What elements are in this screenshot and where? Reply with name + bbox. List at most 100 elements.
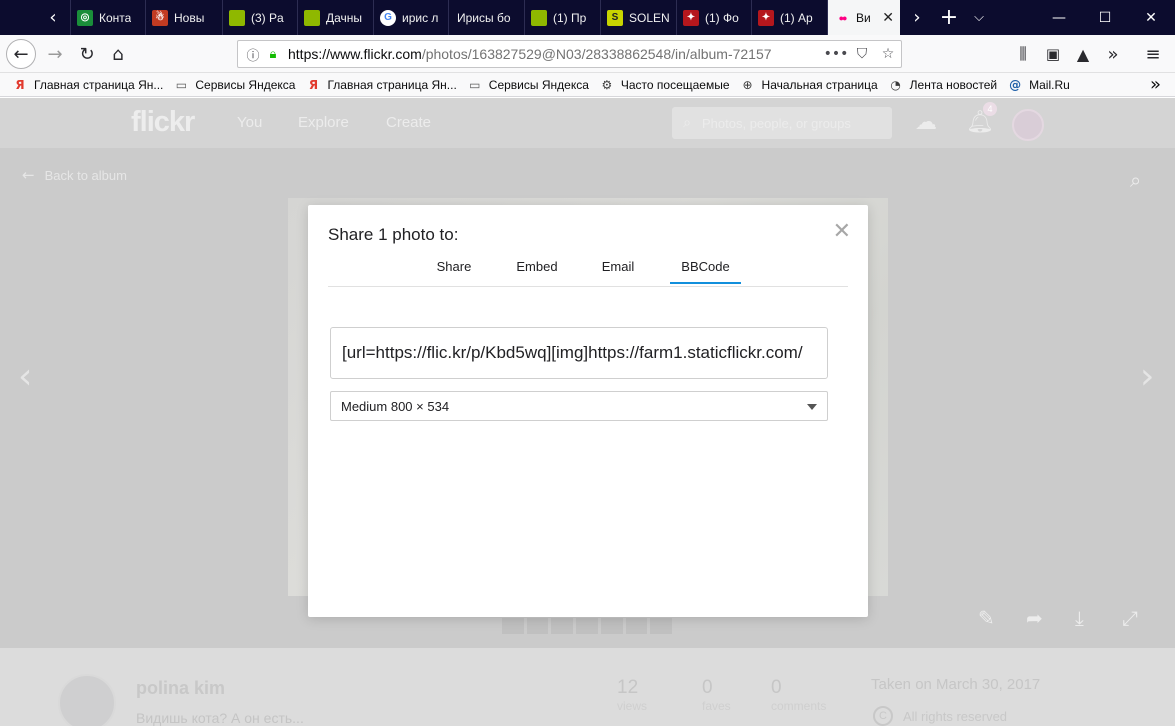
site-favicon-icon	[531, 9, 547, 26]
browser-tab[interactable]: G ирис л	[373, 0, 448, 35]
flickr-header: flickr You Explore Create ⌕ Photos, peop…	[0, 98, 1175, 148]
yandex-icon: Я	[308, 77, 319, 92]
previous-photo-chevron-icon[interactable]: ‹	[18, 356, 32, 397]
bookmark-item[interactable]: ⊕ Начальная страница	[740, 77, 878, 93]
back-to-album-link[interactable]: ← Back to album	[22, 166, 127, 184]
tab-email[interactable]: Email	[600, 259, 636, 282]
tab-scroll-left-icon[interactable]: ‹	[40, 0, 66, 35]
nav-create[interactable]: Create	[386, 114, 431, 131]
fullscreen-icon[interactable]: ⤢	[1122, 606, 1138, 630]
minimize-window-icon[interactable]: —	[1036, 0, 1082, 35]
bookmark-item[interactable]: ▭ Сервисы Яндекса	[173, 77, 296, 93]
new-tab-plus-icon[interactable]: +	[936, 0, 962, 35]
tab-title: SOLEN	[629, 10, 670, 25]
thumbnail[interactable]	[526, 618, 549, 634]
thumbnail[interactable]	[502, 618, 524, 634]
bookmark-item[interactable]: Я Главная страница Ян...	[12, 77, 163, 93]
bookmarks-overflow-icon[interactable]: »	[1150, 74, 1161, 95]
browser-tab[interactable]: ✦ (1) Фо	[676, 0, 751, 35]
overflow-chevrons-icon[interactable]: »	[1098, 39, 1128, 69]
thumbnail[interactable]	[650, 618, 673, 634]
tab-bbcode[interactable]: BBCode	[670, 259, 741, 284]
bookmark-item[interactable]: Я Главная страница Ян...	[305, 77, 457, 93]
flickr-search-input[interactable]: ⌕ Photos, people, or groups	[672, 107, 892, 139]
owner-name[interactable]: polina kim	[136, 678, 225, 699]
bookmark-item[interactable]: @ Mail.Ru	[1007, 77, 1070, 93]
bookmark-item[interactable]: ⚙ Часто посещаемые	[599, 77, 729, 93]
copyright-icon: C	[873, 706, 893, 726]
url-path: /photos/163827529@N03/28338862548/in/alb…	[421, 46, 772, 62]
site-favicon-icon	[229, 9, 245, 26]
reload-icon[interactable]: ↻	[72, 39, 102, 69]
owner-avatar[interactable]	[58, 674, 116, 726]
browser-tab[interactable]: (1) Пр	[524, 0, 600, 35]
nav-explore[interactable]: Explore	[298, 114, 349, 131]
stat-views: 12 views	[617, 677, 647, 713]
browser-tab[interactable]: Ирисы бо	[448, 0, 524, 35]
bookmark-item[interactable]: ◔ Лента новостей	[888, 77, 997, 93]
page-actions-icon[interactable]: •••	[823, 46, 849, 62]
close-icon[interactable]: ✕	[833, 219, 851, 244]
download-icon[interactable]: ⤓	[1075, 606, 1084, 630]
extension-icon[interactable]: ▲	[1068, 39, 1098, 69]
flickr-logo[interactable]: flickr	[131, 106, 195, 139]
site-favicon-icon	[304, 9, 320, 26]
edit-icon[interactable]: ✎	[978, 606, 995, 630]
search-placeholder: Photos, people, or groups	[702, 115, 851, 131]
bookmark-item[interactable]: ▭ Сервисы Яндекса	[467, 77, 589, 93]
photo-thumbnail-strip[interactable]	[502, 618, 673, 634]
browser-tab[interactable]: S SOLEN	[600, 0, 676, 35]
share-arrow-icon[interactable]: ➦	[1026, 606, 1043, 630]
close-tab-icon[interactable]: ✕	[882, 9, 894, 26]
browser-tab[interactable]: ✦ (1) Ар	[751, 0, 827, 35]
license-info[interactable]: C All rights reserved	[873, 706, 1007, 726]
close-window-icon[interactable]: ✕	[1128, 0, 1174, 35]
browser-tab-bar: ‹ ◎ Конта ☃ Новы (3) Pa Дачны G ирис л И…	[0, 0, 1175, 35]
browser-tab-active[interactable]: ●● Ви ✕	[827, 0, 900, 35]
url-text[interactable]: https://www.flickr.com/photos/163827529@…	[288, 46, 823, 62]
tab-title: Ви	[856, 10, 871, 25]
tab-share[interactable]: Share	[435, 259, 473, 282]
lock-icon[interactable]: 🔒︎	[264, 47, 282, 62]
library-icon[interactable]: ⫼	[1008, 39, 1038, 69]
address-bar[interactable]: ⓘ 🔒︎ https://www.flickr.com/photos/16382…	[237, 40, 902, 68]
next-photo-chevron-icon[interactable]: ›	[1140, 356, 1154, 397]
thumbnail[interactable]	[576, 618, 598, 634]
stat-faves: 0 faves	[702, 677, 731, 713]
forward-arrow-icon[interactable]: →	[40, 39, 70, 69]
upload-cloud-icon[interactable]: ☁	[915, 110, 937, 135]
browser-tab[interactable]: (3) Pa	[222, 0, 297, 35]
thumbnail[interactable]	[600, 618, 623, 634]
thumbnail[interactable]	[625, 618, 648, 634]
folder-icon: ▭	[469, 77, 481, 92]
bookmark-label: Сервисы Яндекса	[195, 77, 296, 92]
home-icon[interactable]: ⌂	[103, 39, 133, 69]
stat-label: faves	[702, 699, 731, 713]
back-arrow-icon[interactable]: ←	[6, 39, 36, 69]
yandex-icon: Я	[15, 77, 25, 92]
nav-you[interactable]: You	[237, 114, 262, 131]
browser-tab[interactable]: Дачны	[297, 0, 373, 35]
tab-embed[interactable]: Embed	[514, 259, 560, 282]
photo-description: Видишь кота? А он есть...	[136, 710, 304, 726]
tab-list-chevron-down-icon[interactable]: ⌵	[966, 0, 992, 35]
tab-title: (1) Пр	[553, 10, 587, 25]
magnifier-icon[interactable]: ⌕	[1130, 168, 1141, 192]
browser-tab[interactable]: ◎ Конта	[70, 0, 145, 35]
folder-icon: ▭	[175, 77, 188, 92]
photo-size-select[interactable]: Medium 800 × 534	[330, 391, 828, 421]
thumbnail[interactable]	[551, 618, 574, 634]
hamburger-menu-icon[interactable]: ≡	[1138, 39, 1168, 69]
sidebar-icon[interactable]: ▣	[1038, 39, 1068, 69]
tab-title: (3) Pa	[251, 10, 284, 25]
tab-scroll-right-icon[interactable]: ›	[904, 0, 930, 35]
bookmark-star-icon[interactable]: ☆	[875, 46, 901, 62]
license-label: All rights reserved	[903, 708, 1008, 724]
browser-tab[interactable]: ☃ Новы	[145, 0, 222, 35]
share-dialog: Share 1 photo to: ✕ Share Embed Email BB…	[308, 205, 868, 617]
bbcode-field[interactable]: [url=https://flic.kr/p/Kbd5wq][img]https…	[330, 327, 828, 379]
pocket-icon[interactable]: ⛉	[849, 46, 875, 62]
site-info-icon[interactable]: ⓘ	[242, 45, 264, 64]
maximize-window-icon[interactable]: ☐	[1082, 0, 1128, 35]
user-avatar[interactable]	[1012, 109, 1044, 141]
